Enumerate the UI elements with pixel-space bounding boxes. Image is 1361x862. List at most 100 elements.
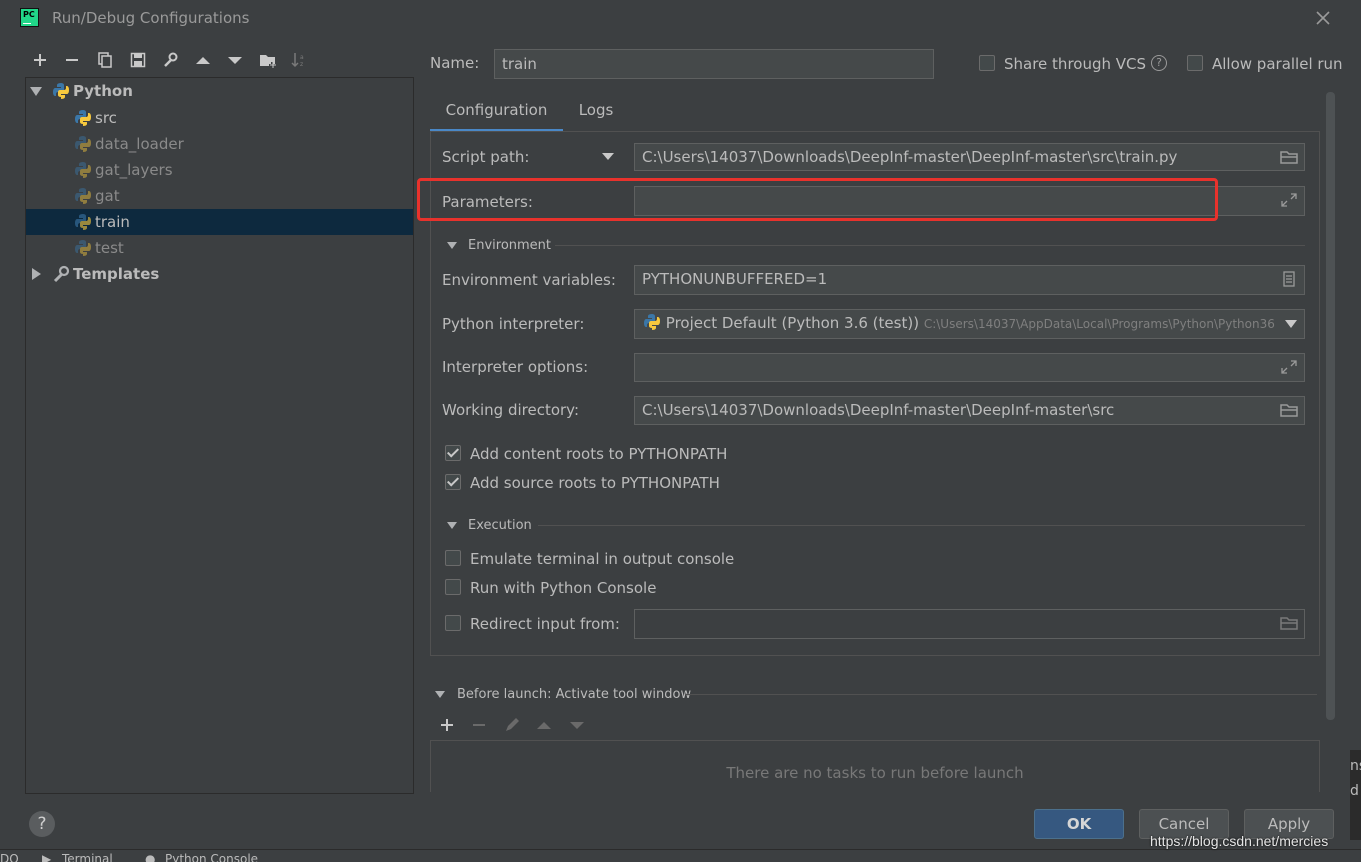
name-input[interactable]: train — [494, 49, 934, 79]
python-console-label: Run with Python Console — [470, 579, 657, 597]
edit-task-icon[interactable] — [501, 714, 523, 736]
emulate-terminal-checkbox[interactable] — [445, 550, 461, 566]
wrench-icon[interactable] — [159, 49, 181, 71]
python-file-icon — [75, 136, 91, 152]
tree-item-gat[interactable]: gat — [26, 183, 413, 209]
tree-label: gat — [95, 187, 120, 205]
python-file-icon — [75, 188, 91, 204]
folder-icon[interactable] — [1280, 402, 1298, 418]
interpreter-label: Python interpreter: — [442, 315, 585, 333]
ide-bottom-bar: DO ▶ Terminal ● Python Console — [0, 849, 1361, 862]
name-label: Name: — [430, 54, 480, 72]
add-icon[interactable] — [29, 49, 51, 71]
remove-icon[interactable] — [61, 49, 83, 71]
interp-options-label: Interpreter options: — [442, 358, 589, 376]
source-roots-checkbox[interactable] — [445, 474, 461, 490]
share-vcs-checkbox[interactable] — [979, 55, 995, 71]
window-title: Run/Debug Configurations — [52, 9, 250, 27]
interpreter-value: Project Default (Python 3.6 (test)) — [665, 314, 920, 332]
share-vcs-label: Share through VCS — [1004, 55, 1147, 73]
env-vars-input[interactable]: PYTHONUNBUFFERED=1 — [634, 265, 1305, 295]
interpreter-select[interactable]: Project Default (Python 3.6 (test)) C:\U… — [634, 309, 1305, 339]
vertical-scrollbar[interactable] — [1326, 92, 1335, 720]
tree-item-data-loader[interactable]: data_loader — [26, 131, 413, 157]
edit-list-icon[interactable] — [1280, 271, 1298, 287]
allow-parallel-checkbox[interactable] — [1187, 55, 1203, 71]
move-up-icon[interactable] — [192, 49, 214, 71]
python-file-icon — [75, 162, 91, 178]
tree-item-train[interactable]: train — [26, 209, 413, 235]
sort-icon[interactable]: az — [289, 49, 311, 71]
move-down-icon[interactable] — [224, 49, 246, 71]
tree-node-templates[interactable]: Templates — [26, 261, 413, 287]
before-launch-title: Before launch: Activate tool window — [457, 687, 692, 702]
env-vars-value: PYTHONUNBUFFERED=1 — [642, 270, 828, 288]
move-task-up-icon[interactable] — [533, 714, 555, 736]
collapse-arrow-icon[interactable] — [435, 691, 445, 698]
redirect-input-field[interactable] — [634, 609, 1305, 639]
tab-logs[interactable]: Logs — [568, 92, 624, 132]
script-path-input[interactable]: C:\Users\14037\Downloads\DeepInf-master\… — [634, 143, 1305, 171]
source-roots-label: Add source roots to PYTHONPATH — [470, 474, 720, 492]
add-task-icon[interactable] — [436, 714, 458, 736]
section-divider — [685, 694, 1317, 695]
script-path-value: C:\Users\14037\Downloads\DeepInf-master\… — [642, 148, 1178, 166]
collapse-arrow-icon[interactable] — [447, 242, 457, 249]
environment-section-title: Environment — [468, 238, 552, 253]
dropdown-button[interactable] — [1278, 310, 1304, 338]
script-path-label: Script path: — [442, 148, 530, 166]
tree-label: test — [95, 239, 124, 257]
help-icon[interactable]: ? — [1151, 55, 1167, 71]
collapse-arrow-icon[interactable] — [447, 522, 457, 529]
tree-item-src[interactable]: src — [26, 105, 413, 131]
close-icon[interactable] — [1310, 5, 1336, 31]
tree-label: train — [95, 213, 130, 231]
interpreter-path: C:\Users\14037\AppData\Local\Programs\Py… — [923, 317, 1275, 331]
configuration-tree[interactable]: Python src data_loader gat_layers gat tr… — [25, 77, 414, 794]
expand-icon[interactable] — [1280, 359, 1298, 375]
background-text: ns — [1350, 758, 1361, 774]
tab-configuration[interactable]: Configuration — [430, 92, 563, 132]
copy-icon[interactable] — [94, 49, 116, 71]
python-console-checkbox[interactable] — [445, 579, 461, 595]
save-icon[interactable] — [127, 49, 149, 71]
content-roots-label: Add content roots to PYTHONPATH — [470, 445, 728, 463]
content-roots-checkbox[interactable] — [445, 445, 461, 461]
background-window-edge: ns d — [1350, 750, 1361, 840]
tree-item-gat-layers[interactable]: gat_layers — [26, 157, 413, 183]
tree-label: data_loader — [95, 135, 184, 153]
interp-options-input[interactable] — [634, 353, 1305, 382]
python-file-icon — [75, 110, 91, 126]
pycharm-logo-icon: PC — [20, 8, 39, 27]
python-icon — [644, 314, 660, 330]
ok-button[interactable]: OK — [1034, 809, 1124, 839]
dropdown-arrow-icon[interactable] — [601, 152, 615, 162]
tree-label: Python — [73, 82, 133, 100]
execution-section-title: Execution — [468, 518, 532, 533]
expand-icon[interactable] — [1280, 192, 1298, 208]
python-file-icon — [75, 214, 91, 230]
background-text: d — [1350, 783, 1359, 799]
folder-icon[interactable] — [1280, 615, 1298, 631]
env-vars-label: Environment variables: — [442, 271, 616, 289]
new-folder-icon[interactable] — [257, 49, 279, 71]
remove-task-icon[interactable] — [468, 714, 490, 736]
redirect-input-checkbox[interactable] — [445, 615, 461, 631]
expand-arrow-icon[interactable] — [30, 85, 42, 97]
tree-node-python[interactable]: Python — [26, 78, 413, 104]
tree-label: gat_layers — [95, 161, 173, 179]
move-task-down-icon[interactable] — [566, 714, 588, 736]
help-button[interactable]: ? — [29, 811, 55, 837]
working-dir-input[interactable]: C:\Users\14037\Downloads\DeepInf-master\… — [634, 396, 1305, 425]
folder-icon[interactable] — [1280, 149, 1298, 165]
svg-text:a: a — [300, 54, 304, 61]
highlight-annotation — [417, 178, 1218, 221]
tree-item-test[interactable]: test — [26, 235, 413, 261]
dropdown-arrow-icon — [1285, 320, 1297, 328]
working-dir-label: Working directory: — [442, 401, 580, 419]
watermark: https://blog.csdn.net/mercies — [1150, 833, 1329, 849]
expand-arrow-icon[interactable] — [30, 268, 42, 280]
svg-text:z: z — [300, 61, 303, 68]
allow-parallel-label: Allow parallel run — [1212, 55, 1343, 73]
python-file-icon — [75, 240, 91, 256]
